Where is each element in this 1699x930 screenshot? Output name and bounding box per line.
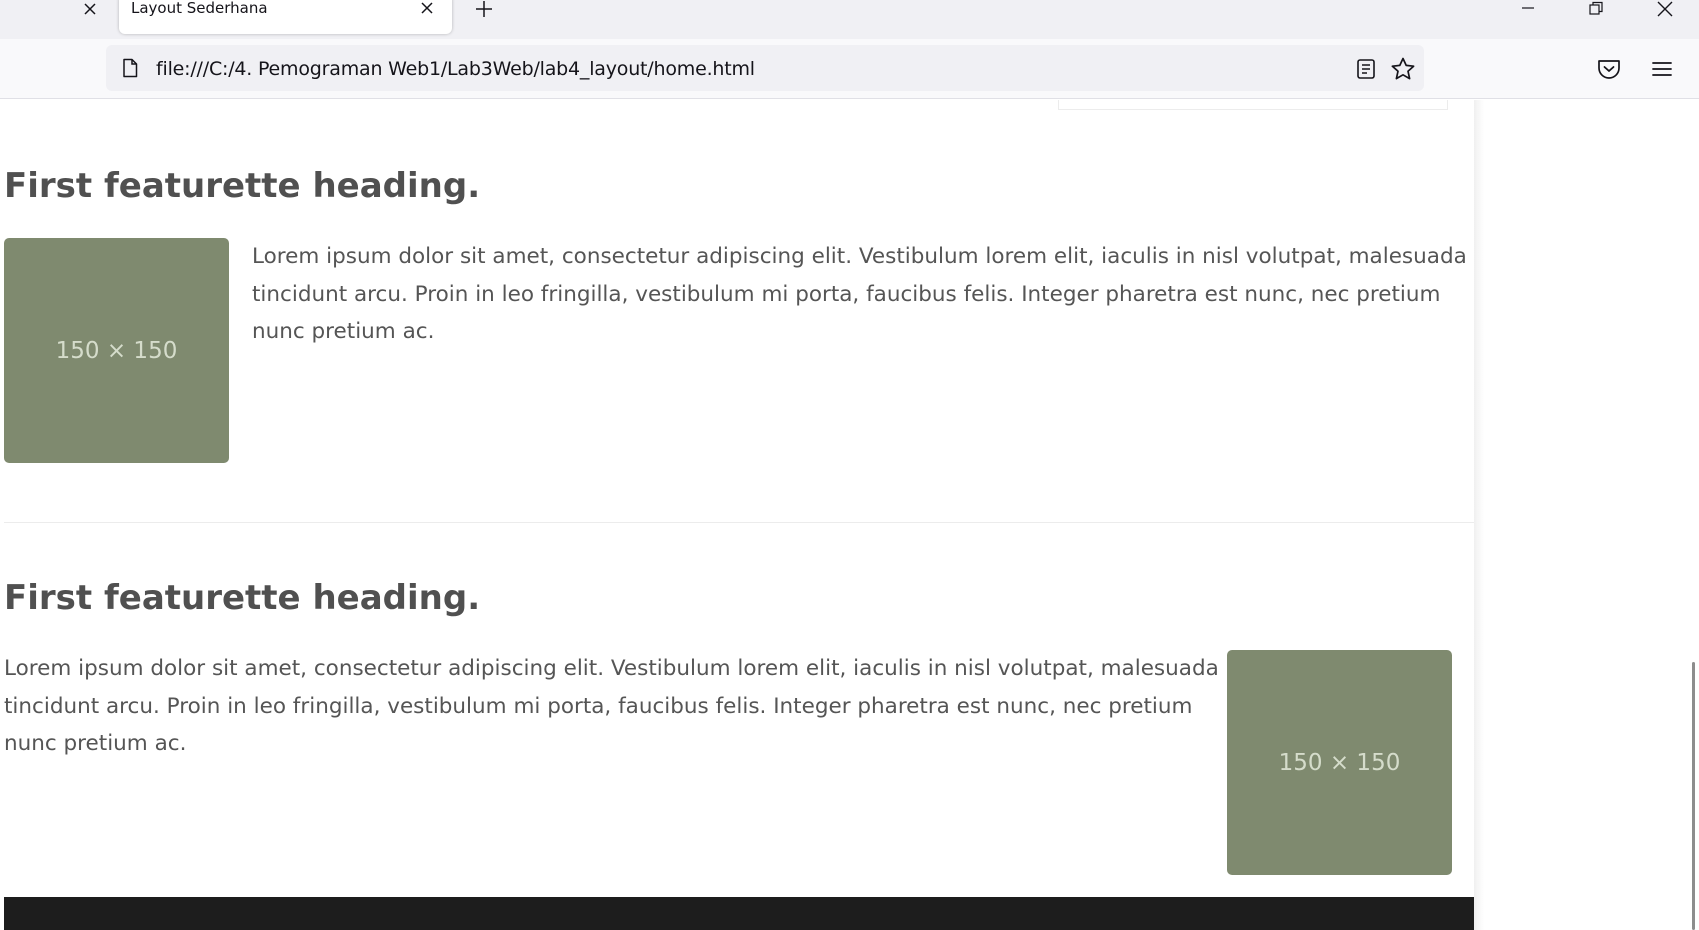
- featurette-image: 150 × 150: [4, 238, 229, 463]
- tab-close-icon[interactable]: [418, 0, 436, 16]
- page-icon: [120, 58, 140, 78]
- page-container: First featurette heading. 150 × 150 Lore…: [4, 100, 1474, 930]
- featurette-text: Lorem ipsum dolor sit amet, consectetur …: [252, 244, 1467, 344]
- bookmark-star-icon[interactable]: [1390, 56, 1416, 82]
- sidebar-widget-edge: [1058, 100, 1448, 110]
- tab-strip: Layout Sederhana: [0, 0, 1699, 39]
- browser-window: Layout Sederhana file:///C:/4. Pemograma…: [0, 0, 1699, 930]
- image-placeholder-label: 150 × 150: [55, 337, 178, 364]
- image-placeholder-label: 150 × 150: [1278, 749, 1401, 776]
- url-bar[interactable]: file:///C:/4. Pemograman Web1/Lab3Web/la…: [106, 45, 1424, 91]
- navigation-toolbar: file:///C:/4. Pemograman Web1/Lab3Web/la…: [0, 39, 1699, 99]
- new-tab-plus-icon[interactable]: [472, 0, 496, 18]
- url-text[interactable]: file:///C:/4. Pemograman Web1/Lab3Web/la…: [156, 58, 755, 80]
- footer: [4, 897, 1474, 930]
- featurette-divider: [4, 522, 1474, 523]
- page-viewport[interactable]: First featurette heading. 150 × 150 Lore…: [0, 100, 1699, 930]
- featurette-heading: First featurette heading.: [4, 578, 481, 618]
- tab-title: Layout Sederhana: [131, 0, 268, 17]
- container-shadow: [1474, 100, 1484, 930]
- featurette-image: 150 × 150: [1227, 650, 1452, 875]
- featurette-heading: First featurette heading.: [4, 166, 481, 206]
- restore-icon[interactable]: [1576, 0, 1616, 18]
- minimize-icon[interactable]: [1508, 0, 1548, 18]
- featurette-text: Lorem ipsum dolor sit amet, consectetur …: [4, 656, 1219, 756]
- close-window-icon[interactable]: [1645, 0, 1685, 18]
- previous-tab-close-icon[interactable]: [78, 0, 102, 18]
- scrollbar-thumb[interactable]: [1692, 662, 1695, 930]
- hamburger-menu-icon[interactable]: [1650, 57, 1674, 81]
- tab-active[interactable]: Layout Sederhana: [119, 0, 452, 34]
- reader-view-icon[interactable]: [1354, 57, 1378, 81]
- pocket-icon[interactable]: [1596, 56, 1622, 82]
